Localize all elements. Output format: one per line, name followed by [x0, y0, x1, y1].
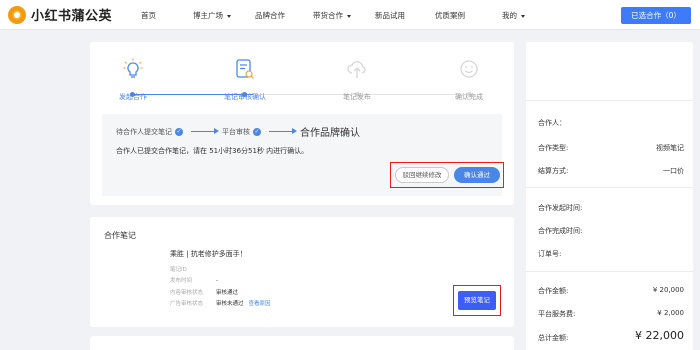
partner-label: 合作人：	[538, 119, 566, 127]
fee-value: ¥ 2,000	[657, 309, 684, 317]
nav-item-mine[interactable]: 我的	[502, 10, 525, 21]
settle-row: 结算方式: 一口价	[538, 166, 684, 176]
section-title: 合作笔记	[104, 231, 136, 240]
nav-item-home[interactable]: 首页	[141, 10, 156, 21]
end-time-label: 合作完成时间:	[538, 227, 583, 235]
divider	[526, 187, 693, 188]
smile-icon	[460, 60, 478, 78]
status-message: 合作人已提交合作笔记，请在 51小时36分51秒 内进行确认。	[116, 147, 309, 155]
reject-button[interactable]: 驳回继续修改	[395, 167, 449, 183]
step-initiate: 发起合作	[93, 58, 173, 102]
flow-step-current: 合作品牌确认	[300, 128, 360, 139]
cloud-upload-icon	[347, 61, 366, 78]
total-row: 总计金额: ¥ 22,000	[538, 329, 684, 343]
order-number-label: 订单号:	[538, 250, 562, 258]
note-name: 乘胜 | 抗老修护多面手！	[170, 250, 247, 258]
status-panel: 待合作人提交笔记 ✓ 平台审核 ✓ 合作品牌确认 合作人已提交合作笔记，请在 5…	[102, 114, 504, 196]
settle-value: 一口价	[663, 167, 684, 175]
step-label: 确认完成	[455, 93, 483, 101]
amount-value: ¥ 20,000	[652, 286, 684, 294]
fee-row: 平台服务费: ¥ 2,000	[538, 309, 684, 319]
view-reason-link[interactable]: 查看原因	[249, 301, 271, 307]
fee-label: 平台服务费:	[538, 310, 576, 318]
field-key: 广告审核状态	[170, 301, 204, 307]
end-time-row: 合作完成时间:	[538, 226, 684, 236]
status-flow: 待合作人提交笔记 ✓ 平台审核 ✓ 合作品牌确认	[116, 124, 360, 139]
field-value: -	[216, 278, 218, 284]
lightbulb-icon	[123, 58, 143, 78]
progress-card: 发起合作 笔记审核确认 笔记发布 确认完成 待合作人提交笔记 ✓ 平台审核 ✓ …	[90, 42, 514, 205]
caret-down-icon	[227, 14, 231, 18]
nav-item-label: 我的	[502, 11, 517, 20]
nav-item-label: 带货合作	[313, 11, 343, 20]
note-field-content-review: 内容审核状态 审核通过	[170, 288, 238, 296]
field-value: 审核通过	[216, 290, 239, 296]
nav-item-new-product-trial[interactable]: 新品试用	[375, 10, 405, 21]
caret-down-icon	[347, 14, 351, 18]
field-value: 审核未通过	[216, 301, 244, 307]
step-review: 笔记审核确认	[205, 58, 285, 102]
order-number-row: 订单号:	[538, 249, 684, 259]
note-field-ad-review: 广告审核状态 审核未通过 查看原因	[170, 299, 271, 307]
type-label: 合作类型:	[538, 144, 569, 152]
nav-item-label: 优质案例	[435, 11, 465, 20]
confirm-button[interactable]: 确认通过	[454, 167, 500, 183]
start-time-label: 合作发起时间:	[538, 204, 583, 212]
step-label: 笔记发布	[343, 93, 371, 101]
arrow-right-icon	[269, 128, 297, 134]
check-icon: ✓	[175, 127, 183, 136]
field-key: 内容审核状态	[170, 290, 204, 296]
partner-row: 合作人：	[538, 118, 684, 128]
selected-cooperation-button[interactable]: 已选合作（0）	[621, 7, 691, 24]
divider	[526, 100, 693, 101]
brand-name: 小红书蒲公英	[31, 9, 113, 24]
nav-item-label: 品牌合作	[255, 11, 285, 20]
nav-item-label: 新品试用	[375, 11, 405, 20]
field-key: 笔记ID	[170, 267, 187, 273]
type-value: 视频笔记	[656, 144, 684, 152]
type-row: 合作类型: 视频笔记	[538, 143, 684, 153]
step-publish: 笔记发布	[317, 58, 397, 102]
preview-note-button[interactable]: 预览笔记	[458, 291, 496, 310]
flow-step-submit: 待合作人提交笔记	[116, 127, 172, 136]
order-summary-sidebar: 合作人： 合作类型: 视频笔记 结算方式: 一口价 合作发起时间: 合作完成时间…	[526, 42, 693, 350]
note-field-id: 笔记ID	[170, 265, 216, 273]
flow-step-platform-review: 平台审核	[222, 127, 250, 136]
nav-item-brand-cooperation[interactable]: 品牌合作	[255, 10, 285, 21]
divider	[526, 271, 693, 272]
note-card: 合作笔记 乘胜 | 抗老修护多面手！ 笔记ID 发布时间 - 内容审核状态 审核通过…	[90, 217, 514, 327]
caret-down-icon	[521, 14, 525, 18]
nav-item-sales-cooperation[interactable]: 带货合作	[313, 10, 351, 21]
nav-item-label: 首页	[141, 11, 156, 20]
nav-item-label: 博主广场	[193, 11, 223, 20]
total-value: ¥ 22,000	[635, 329, 684, 342]
start-time-row: 合作发起时间:	[538, 203, 684, 213]
nav-item-blogger-square[interactable]: 博主广场	[193, 10, 231, 21]
note-field-publish-time: 发布时间 -	[170, 276, 218, 284]
top-navigation-bar: 小红书蒲公英 首页 博主广场 品牌合作 带货合作 新品试用 优质案例 我的 已选…	[0, 0, 700, 30]
dandelion-logo-icon	[8, 5, 26, 24]
amount-label: 合作金额:	[538, 287, 569, 295]
step-label: 笔记审核确认	[224, 93, 266, 101]
step-label: 发起合作	[119, 93, 147, 101]
field-key: 发布时间	[170, 278, 193, 284]
next-card	[90, 336, 514, 350]
brand-logo[interactable]: 小红书蒲公英	[8, 5, 112, 24]
nav-item-cases[interactable]: 优质案例	[435, 10, 465, 21]
settle-label: 结算方式:	[538, 167, 569, 175]
amount-row: 合作金额: ¥ 20,000	[538, 286, 684, 296]
document-search-icon	[236, 59, 254, 79]
step-complete: 确认完成	[429, 58, 509, 102]
arrow-right-icon	[191, 128, 219, 134]
total-label: 总计金额:	[538, 334, 569, 342]
check-icon: ✓	[253, 127, 261, 136]
